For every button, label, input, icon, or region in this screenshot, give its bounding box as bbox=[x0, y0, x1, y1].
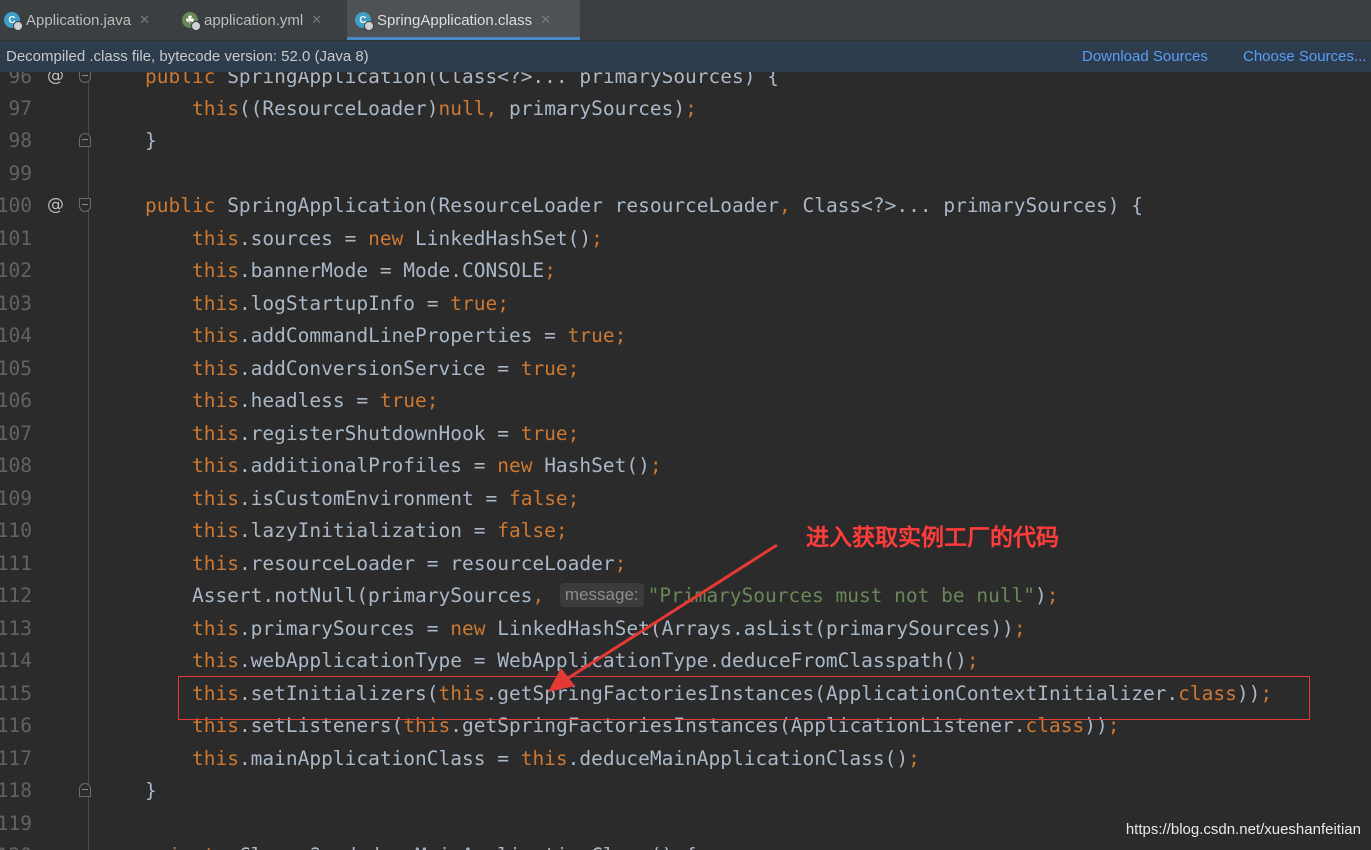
decompiled-message: Decompiled .class file, bytecode version… bbox=[6, 48, 369, 65]
tab-label: SpringApplication.class bbox=[377, 11, 533, 29]
tab-application-yml[interactable]: ☘ application.yml ✕ bbox=[182, 0, 342, 40]
download-sources-link[interactable]: Download Sources bbox=[1082, 48, 1208, 65]
choose-sources-link[interactable]: Choose Sources... bbox=[1243, 48, 1366, 65]
java-class-icon: C bbox=[4, 12, 23, 31]
close-icon[interactable]: ✕ bbox=[139, 12, 150, 28]
java-class-icon: C bbox=[355, 12, 374, 31]
decompiled-notice-bar: Decompiled .class file, bytecode version… bbox=[0, 41, 1371, 72]
yaml-spring-icon: ☘ bbox=[182, 12, 201, 31]
close-icon[interactable]: ✕ bbox=[311, 12, 322, 28]
close-icon[interactable]: ✕ bbox=[540, 12, 551, 28]
code-editor[interactable]: 96 @ public SpringApplication(Class<?>..… bbox=[0, 72, 1371, 850]
editor-tab-bar: C Application.java ✕ ☘ application.yml ✕… bbox=[0, 0, 1371, 41]
tab-label: Application.java bbox=[26, 11, 132, 29]
tab-label: application.yml bbox=[204, 11, 304, 29]
watermark: https://blog.csdn.net/xueshanfeitian bbox=[1125, 821, 1361, 838]
tab-application-java[interactable]: C Application.java ✕ bbox=[4, 0, 174, 40]
annotation-arrow bbox=[548, 543, 778, 692]
tab-spring-application-class[interactable]: C SpringApplication.class ✕ bbox=[347, 0, 580, 40]
